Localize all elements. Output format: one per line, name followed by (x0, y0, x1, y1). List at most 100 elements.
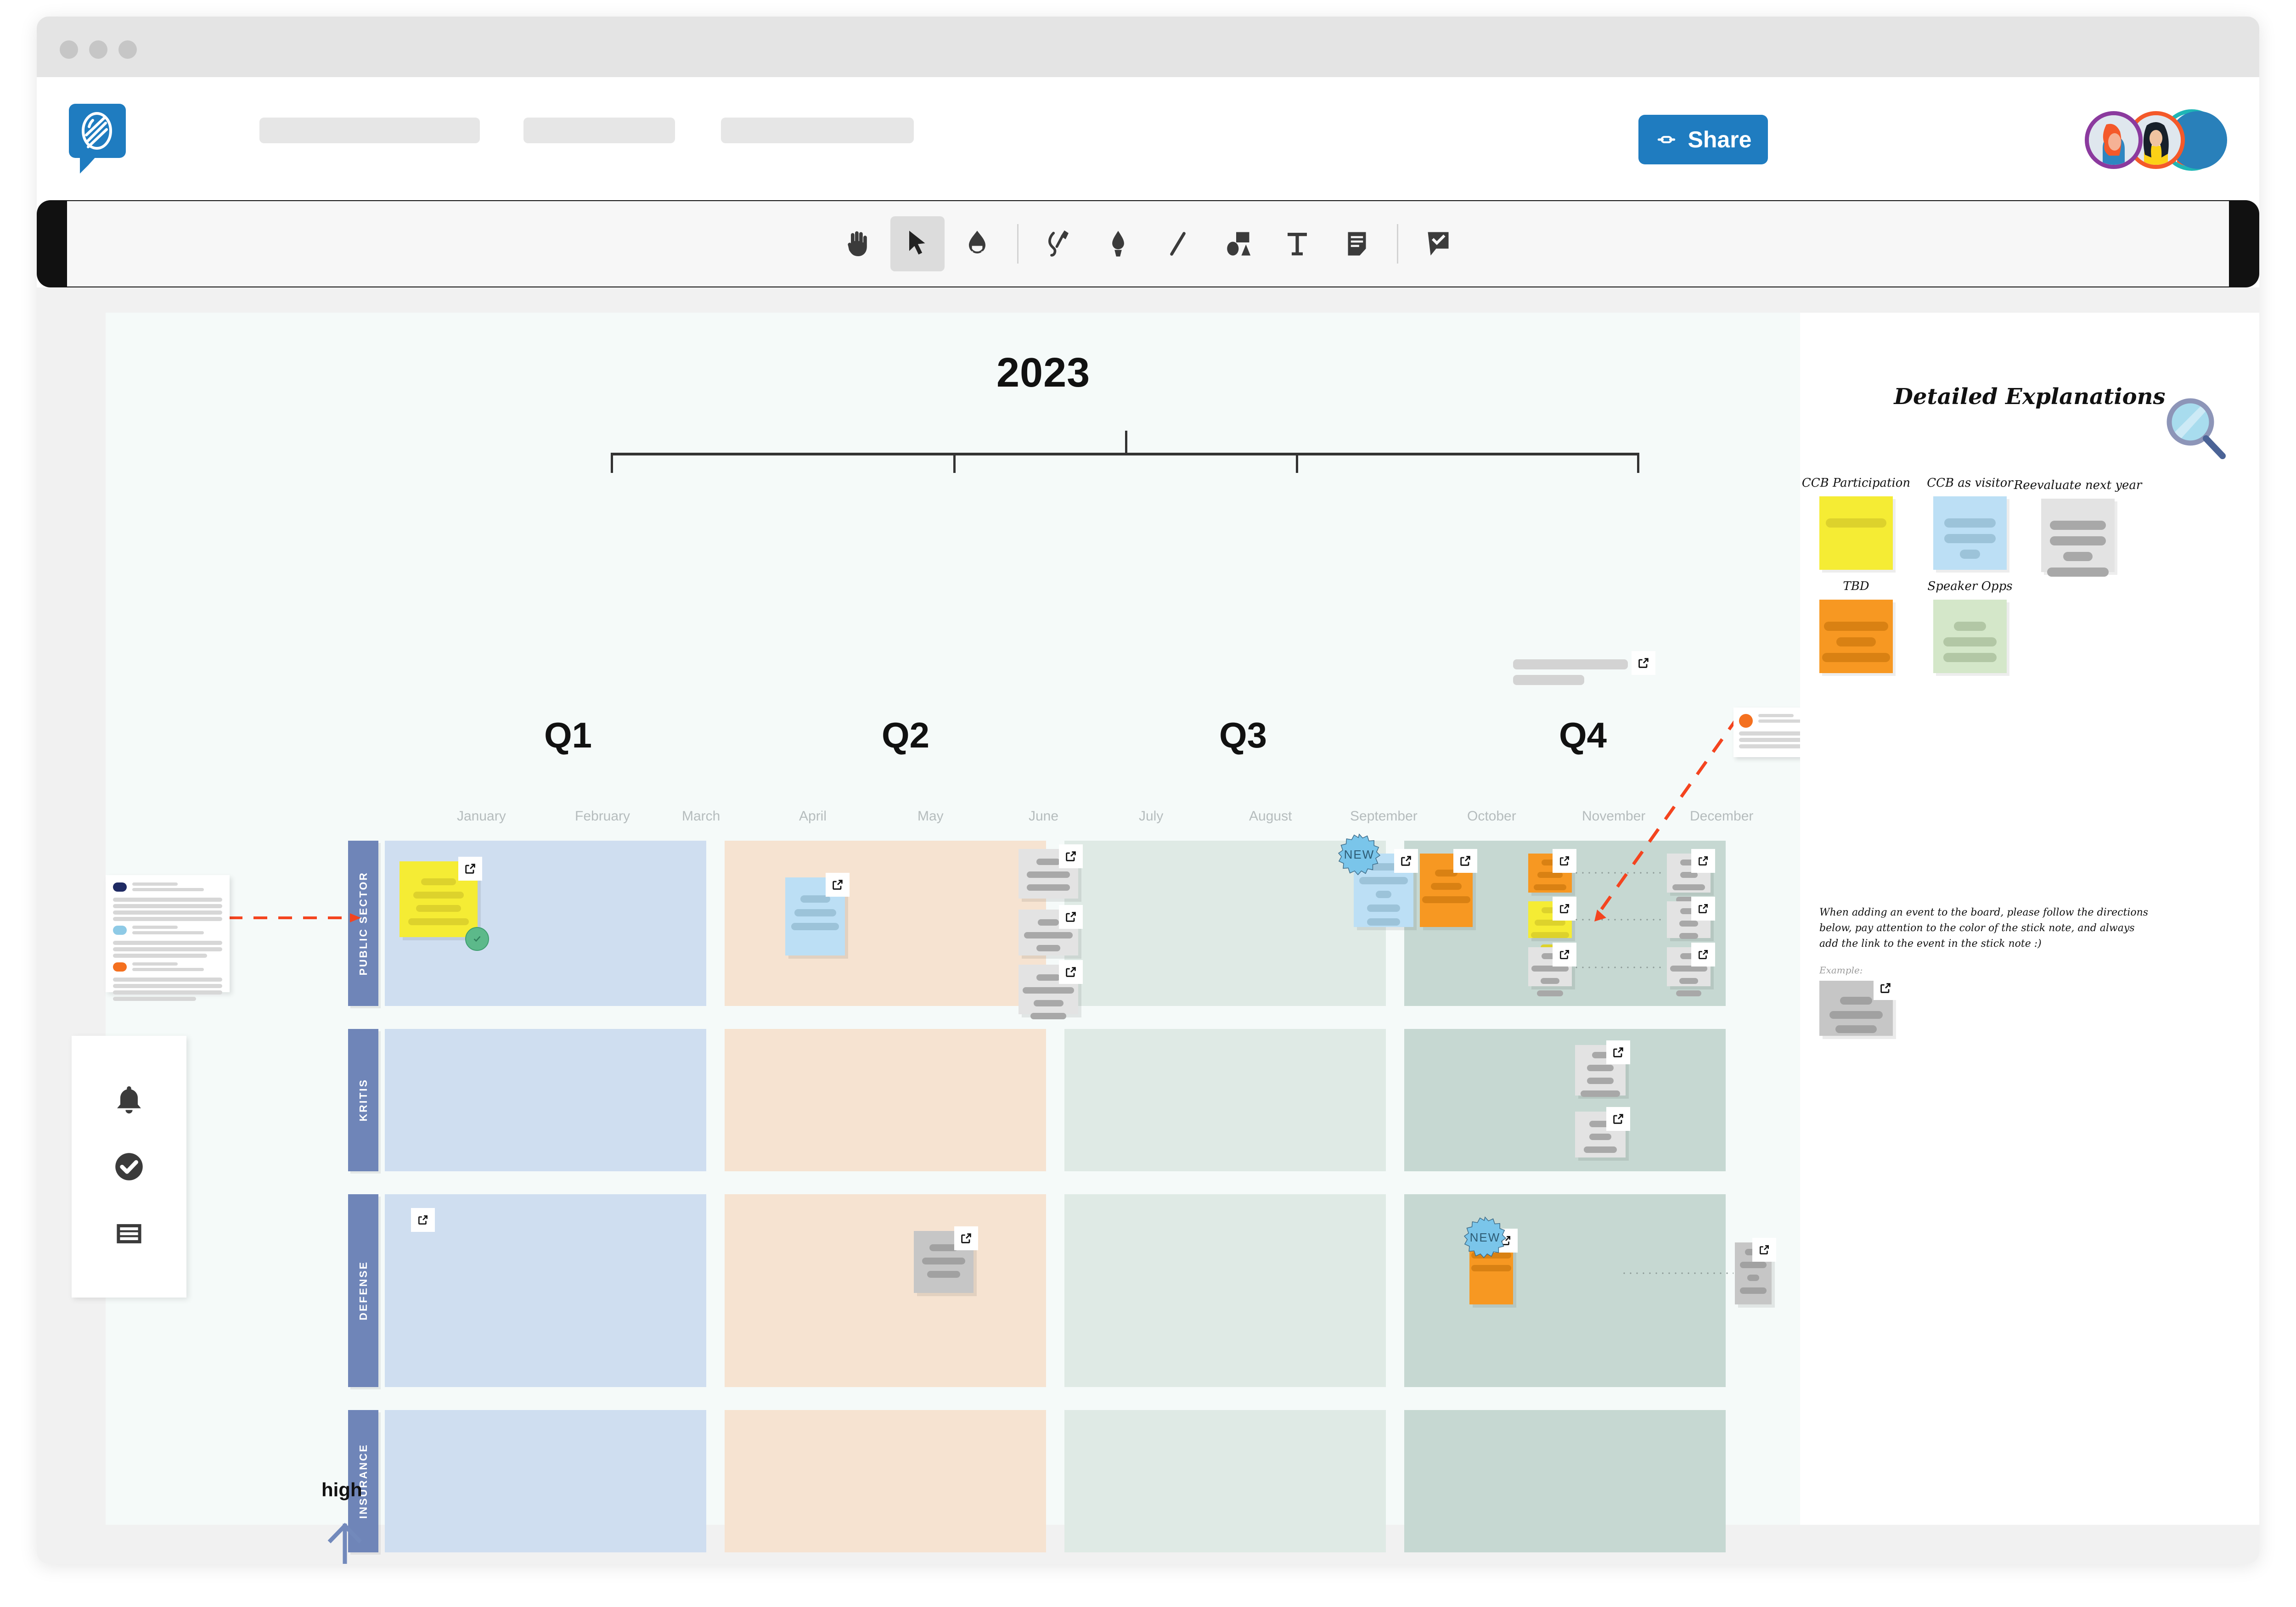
card-public-sector-jan[interactable] (400, 857, 482, 937)
external-link-icon[interactable] (1874, 976, 1897, 1000)
share-button[interactable]: Share (1638, 115, 1768, 164)
external-link-icon[interactable] (1394, 849, 1418, 873)
quarter-label-q2: Q2 (882, 715, 930, 755)
cursor-icon (909, 230, 925, 255)
nav-placeholder-3[interactable] (721, 118, 914, 143)
card-kritis-q4-2[interactable] (1575, 1107, 1630, 1157)
row-label-defense[interactable]: DEFENSE (348, 1194, 378, 1387)
window-minimize-button[interactable] (89, 40, 107, 59)
nav-placeholder-2[interactable] (523, 118, 675, 143)
link-icon (1657, 136, 1675, 143)
cell-kritis-q1[interactable] (385, 1029, 706, 1171)
external-link-icon[interactable] (1553, 943, 1576, 966)
external-link-icon[interactable] (1453, 849, 1477, 873)
legend-ccb-as-visitor[interactable]: CCB as visitor (1927, 476, 2013, 570)
hand-tool-button[interactable] (831, 216, 885, 271)
cell-insurance-q3[interactable] (1064, 1410, 1386, 1552)
comment-tool-button[interactable] (1411, 216, 1465, 271)
axis-tick-q1 (611, 453, 613, 473)
done-badge[interactable] (465, 927, 489, 951)
collapsed-note-top[interactable] (1513, 651, 1655, 691)
cell-kritis-q2[interactable] (725, 1029, 1046, 1171)
legend-speaker-opps[interactable]: Speaker Opps (1927, 579, 2013, 673)
card-public-sector-nov-1[interactable] (1528, 849, 1576, 893)
board-canvas[interactable]: 2023 Q1 Q2 Q3 Q4 January February March … (37, 287, 2259, 1564)
external-link-icon[interactable] (1752, 1238, 1776, 1262)
month-label-november: November (1582, 809, 1646, 824)
axis-tick-mid (1125, 431, 1127, 453)
external-link-icon[interactable] (1632, 651, 1655, 675)
external-link-icon[interactable] (1691, 943, 1715, 966)
card-public-sector-jun-1[interactable] (1019, 844, 1083, 899)
legend-example-card[interactable] (1819, 976, 1897, 1036)
shape-tool-button[interactable] (950, 216, 1004, 271)
month-label-december: December (1690, 809, 1754, 824)
select-tool-button[interactable] (890, 216, 945, 271)
line-icon (1170, 232, 1186, 256)
nav-placeholder-1[interactable] (259, 118, 480, 143)
external-link-icon[interactable] (826, 873, 850, 897)
month-label-march: March (682, 809, 720, 824)
external-link-icon[interactable] (1553, 897, 1576, 921)
external-link-icon[interactable] (1059, 960, 1083, 984)
external-link-icon[interactable] (1691, 897, 1715, 921)
cell-defense-q3[interactable] (1064, 1194, 1386, 1387)
external-link-icon[interactable] (1606, 1107, 1630, 1131)
avatar-collaborator-1[interactable] (2085, 111, 2143, 169)
external-link-icon[interactable] (1553, 849, 1576, 873)
cell-kritis-q4[interactable] (1404, 1029, 1726, 1171)
month-label-may: May (917, 809, 944, 824)
external-link-icon[interactable] (1606, 1040, 1630, 1064)
legend-reevaluate-next-year[interactable]: Reevaluate next year (2014, 478, 2142, 577)
card-public-sector-dec-2[interactable] (1667, 897, 1715, 939)
miro-logo[interactable] (69, 104, 126, 174)
external-link-icon[interactable] (954, 1226, 978, 1250)
card-public-sector-oct[interactable] (1420, 849, 1477, 927)
external-link-icon[interactable] (411, 1208, 435, 1232)
card-public-sector-jun-3[interactable] (1019, 960, 1083, 1019)
floating-comments-panel[interactable] (106, 875, 230, 1001)
card-public-sector-dec-3[interactable] (1667, 943, 1715, 997)
window-maximize-button[interactable] (118, 40, 137, 59)
card-connector-1 (1573, 872, 1665, 874)
external-link-icon[interactable] (1059, 844, 1083, 868)
cell-kritis-q3[interactable] (1064, 1029, 1386, 1171)
image-tool-button[interactable] (1210, 216, 1265, 271)
card-public-sector-jun-2[interactable] (1019, 905, 1083, 955)
cell-insurance-q2[interactable] (725, 1410, 1046, 1552)
notifications-button[interactable] (108, 1079, 150, 1121)
legend-ccb-participation[interactable]: CCB Participation (1802, 476, 1910, 570)
check-icon (473, 936, 481, 942)
card-public-sector-nov-2[interactable] (1528, 897, 1576, 951)
comment-avatar-2 (113, 926, 127, 935)
cell-public-sector-q2[interactable] (725, 841, 1046, 1006)
external-link-icon[interactable] (458, 857, 482, 881)
legend-tbd[interactable]: TBD (1819, 579, 1893, 673)
row-label-kritis[interactable]: KRITIS (348, 1029, 378, 1171)
month-label-july: July (1139, 809, 1164, 824)
pen-tool-button[interactable] (1031, 216, 1086, 271)
comment-avatar-3 (113, 962, 127, 972)
cell-defense-q4[interactable] (1404, 1194, 1726, 1387)
cell-insurance-q4[interactable] (1404, 1410, 1726, 1552)
line-tool-button[interactable] (1151, 216, 1205, 271)
row-label-public-sector[interactable]: PUBLIC SECTOR (348, 841, 378, 1006)
cell-insurance-q1[interactable] (385, 1410, 706, 1552)
card-kritis-q4-1[interactable] (1575, 1040, 1630, 1097)
card-public-sector-nov-3[interactable] (1528, 943, 1576, 997)
approvals-button[interactable] (108, 1146, 150, 1188)
text-tool-button[interactable] (1270, 216, 1324, 271)
cell-public-sector-q3[interactable] (1064, 841, 1386, 1006)
cell-defense-q2[interactable] (725, 1194, 1046, 1387)
external-link-icon[interactable] (1691, 849, 1715, 873)
card-public-sector-apr[interactable] (785, 873, 850, 955)
sticky-note-tool-button[interactable] (1330, 216, 1384, 271)
card-defense-q2[interactable] (914, 1226, 978, 1293)
card-defense-outside[interactable] (1735, 1238, 1776, 1304)
marker-tool-button[interactable] (1091, 216, 1145, 271)
menu-button[interactable] (108, 1213, 150, 1255)
external-link-icon[interactable] (1059, 905, 1083, 929)
card-public-sector-dec-1[interactable] (1667, 849, 1715, 903)
window-close-button[interactable] (60, 40, 78, 59)
toolbar-divider-1 (1017, 224, 1019, 264)
